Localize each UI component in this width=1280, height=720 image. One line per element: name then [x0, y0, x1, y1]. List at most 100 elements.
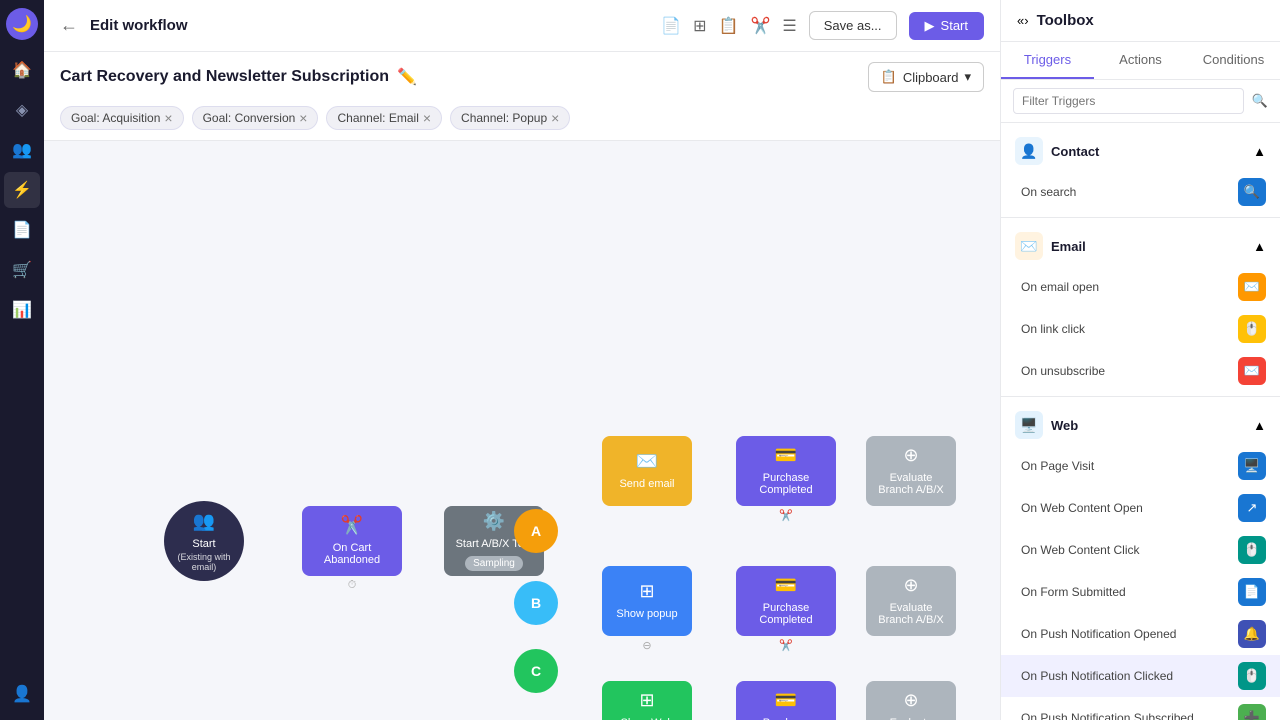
purchase-mid-node[interactable]: 💳 Purchase Completed ✂️: [736, 566, 836, 636]
remove-tag-email[interactable]: ×: [423, 110, 431, 126]
toolbar-doc-icon[interactable]: 📄: [661, 16, 681, 36]
nav-users[interactable]: 👥: [4, 132, 40, 168]
nav-home[interactable]: 🏠: [4, 52, 40, 88]
trigger-link-click[interactable]: On link click 🖱️: [1001, 308, 1280, 350]
nav-profile[interactable]: 👤: [4, 676, 40, 712]
contact-chevron-icon: ▲: [1253, 144, 1266, 159]
remove-tag-popup[interactable]: ×: [551, 110, 559, 126]
toolbox-search-area: 🔍: [1001, 80, 1280, 123]
push-opened-badge: 🔔: [1238, 620, 1266, 648]
remove-tag-acquisition[interactable]: ×: [164, 110, 172, 126]
trigger-email-open[interactable]: On email open ✉️: [1001, 266, 1280, 308]
web-content-click-badge: 🖱️: [1238, 536, 1266, 564]
eval-mid-node[interactable]: ⊕ Evaluate Branch A/B/X: [866, 566, 956, 636]
trigger-web-content-click[interactable]: On Web Content Click 🖱️: [1001, 529, 1280, 571]
start-node-icon: 👥: [193, 511, 215, 532]
push-clicked-badge: 🖱️: [1238, 662, 1266, 690]
send-email-node[interactable]: ✉️ Send email: [602, 436, 692, 506]
topbar: ← Edit workflow 📄 ⊞ 📋 ✂️ ☰ Save as... ▶ …: [44, 0, 1000, 52]
remove-tag-conversion[interactable]: ×: [299, 110, 307, 126]
tab-conditions[interactable]: Conditions: [1187, 42, 1280, 79]
toolbar-icons: 📄 ⊞ 📋 ✂️ ☰: [661, 16, 797, 36]
show-popup-node[interactable]: ⊞ Show popup ⊖: [602, 566, 692, 636]
workflow-canvas[interactable]: 👥 Start (Existing with email) ✂️ On Cart…: [44, 141, 1000, 720]
start-button[interactable]: ▶ Start: [909, 12, 984, 40]
email-section-icon: ✉️: [1015, 232, 1043, 260]
toolbar-grid-icon[interactable]: ⊞: [693, 16, 706, 36]
tag-conversion: Goal: Conversion ×: [192, 106, 319, 130]
tag-popup: Channel: Popup ×: [450, 106, 570, 130]
show-web-node[interactable]: ⊞ Show Web Content ⊖: [602, 681, 692, 720]
back-button[interactable]: ←: [60, 15, 78, 36]
nav-cart[interactable]: 🛒: [4, 252, 40, 288]
email-open-badge: ✉️: [1238, 273, 1266, 301]
trigger-on-search[interactable]: On search 🔍: [1001, 171, 1280, 213]
cart-abandoned-node[interactable]: ✂️ On Cart Abandoned ⏱: [302, 506, 402, 576]
filter-search-icon: 🔍: [1252, 93, 1268, 109]
trigger-web-content-open[interactable]: On Web Content Open ↗: [1001, 487, 1280, 529]
toolbox-title: Toolbox: [1037, 12, 1094, 29]
edit-title-icon[interactable]: ✏️: [397, 67, 417, 87]
unsubscribe-badge: ✉️: [1238, 357, 1266, 385]
filter-triggers-input[interactable]: [1013, 88, 1244, 114]
nav-analytics[interactable]: 📊: [4, 292, 40, 328]
contact-section-icon: 👤: [1015, 137, 1043, 165]
branch-c-node[interactable]: C: [514, 649, 558, 693]
tab-triggers[interactable]: Triggers: [1001, 42, 1094, 79]
page-title: Edit workflow: [90, 17, 188, 34]
toolbox-panel: «› Toolbox Triggers Actions Conditions 🔍…: [1000, 0, 1280, 720]
purchase-bot-node[interactable]: 💳 Purchase Completed ✂️: [736, 681, 836, 720]
toolbox-collapse-icon[interactable]: «›: [1017, 13, 1029, 28]
email-section-header[interactable]: ✉️ Email ▲: [1001, 222, 1280, 266]
form-submitted-badge: 📄: [1238, 578, 1266, 606]
clipboard-chevron-icon: ▾: [964, 69, 971, 85]
trigger-push-clicked[interactable]: On Push Notification Clicked 🖱️: [1001, 655, 1280, 697]
toolbar-cut-icon[interactable]: ✂️: [750, 16, 770, 36]
toolbox-tabs: Triggers Actions Conditions: [1001, 42, 1280, 80]
start-node-sub: (Existing with email): [164, 552, 244, 572]
branch-b-node[interactable]: B: [514, 581, 558, 625]
contact-section-header[interactable]: 👤 Contact ▲: [1001, 127, 1280, 171]
trigger-page-visit[interactable]: On Page Visit 🖥️: [1001, 445, 1280, 487]
workflow-title: Cart Recovery and Newsletter Subscriptio…: [60, 67, 417, 87]
branch-a-node[interactable]: A: [514, 509, 558, 553]
main-content: ← Edit workflow 📄 ⊞ 📋 ✂️ ☰ Save as... ▶ …: [44, 0, 1000, 720]
push-subscribed-badge: ➕: [1238, 704, 1266, 720]
toolbar-copy-icon[interactable]: 📋: [719, 16, 739, 36]
web-content-open-badge: ↗: [1238, 494, 1266, 522]
clipboard-button[interactable]: 📋 Clipboard ▾: [868, 62, 984, 92]
app-logo[interactable]: 🌙: [6, 8, 38, 40]
tag-acquisition: Goal: Acquisition ×: [60, 106, 184, 130]
nav-workflows[interactable]: ⚡: [4, 172, 40, 208]
workflow-header: Cart Recovery and Newsletter Subscriptio…: [44, 52, 1000, 141]
nav-documents[interactable]: 📄: [4, 212, 40, 248]
start-node-label: Start: [186, 536, 221, 552]
eval-top-node[interactable]: ⊕ Evaluate Branch A/B/X: [866, 436, 956, 506]
toolbox-body: 👤 Contact ▲ On search 🔍 ✉️ Email ▲ On em…: [1001, 123, 1280, 720]
trigger-form-submitted[interactable]: On Form Submitted 📄: [1001, 571, 1280, 613]
clipboard-icon: 📋: [881, 69, 897, 85]
link-click-badge: 🖱️: [1238, 315, 1266, 343]
web-section-header[interactable]: 🖥️ Web ▲: [1001, 401, 1280, 445]
toolbar-list-icon[interactable]: ☰: [782, 16, 796, 36]
start-play-icon: ▶: [925, 18, 935, 34]
sampling-badge: Sampling: [465, 556, 523, 571]
tab-actions[interactable]: Actions: [1094, 42, 1187, 79]
workflow-tags: Goal: Acquisition × Goal: Conversion × C…: [44, 100, 1000, 140]
tag-email: Channel: Email ×: [326, 106, 442, 130]
purchase-top-node[interactable]: 💳 Purchase Completed ✂️: [736, 436, 836, 506]
save-as-button[interactable]: Save as...: [809, 11, 897, 40]
on-search-badge: 🔍: [1238, 178, 1266, 206]
left-navigation: 🌙 🏠 ◈ 👥 ⚡ 📄 🛒 📊 👤: [0, 0, 44, 720]
contact-section-title: Contact: [1051, 144, 1099, 159]
web-section-title: Web: [1051, 418, 1078, 433]
nav-layers[interactable]: ◈: [4, 92, 40, 128]
start-label: Start: [941, 18, 968, 33]
page-visit-badge: 🖥️: [1238, 452, 1266, 480]
start-node[interactable]: 👥 Start (Existing with email): [164, 501, 244, 581]
eval-bot-node[interactable]: ⊕ Evaluate Branch A/B/X: [866, 681, 956, 720]
trigger-push-opened[interactable]: On Push Notification Opened 🔔: [1001, 613, 1280, 655]
trigger-unsubscribe[interactable]: On unsubscribe ✉️: [1001, 350, 1280, 392]
trigger-push-subscribed[interactable]: On Push Notification Subscribed ➕: [1001, 697, 1280, 720]
email-chevron-icon: ▲: [1253, 239, 1266, 254]
